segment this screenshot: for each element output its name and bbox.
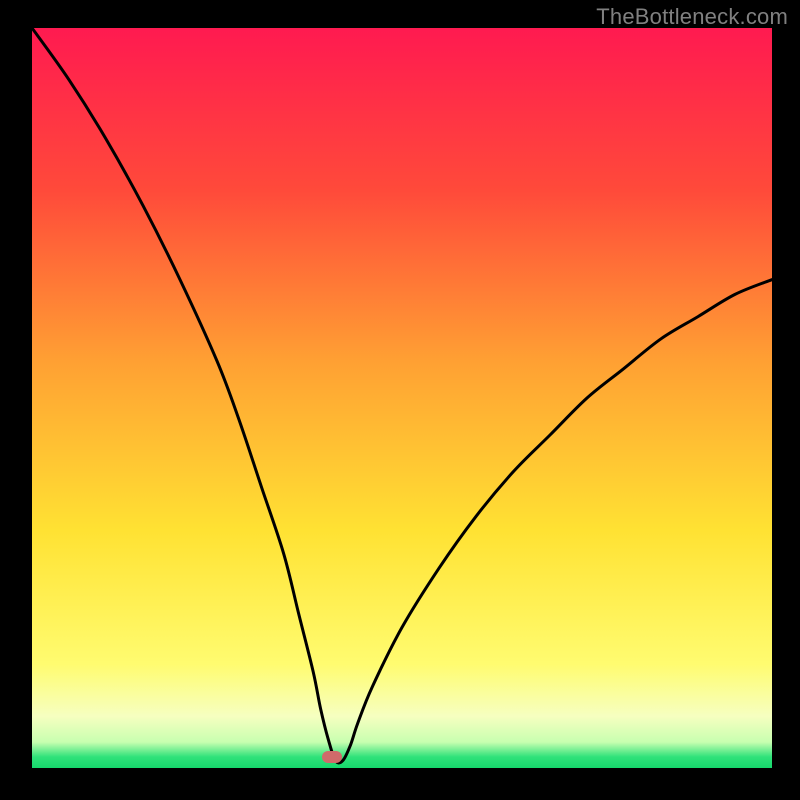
chart-frame: TheBottleneck.com xyxy=(0,0,800,800)
bottleneck-curve xyxy=(32,28,772,768)
optimum-marker xyxy=(322,751,342,763)
watermark-text: TheBottleneck.com xyxy=(596,4,788,30)
plot-area xyxy=(32,28,772,768)
